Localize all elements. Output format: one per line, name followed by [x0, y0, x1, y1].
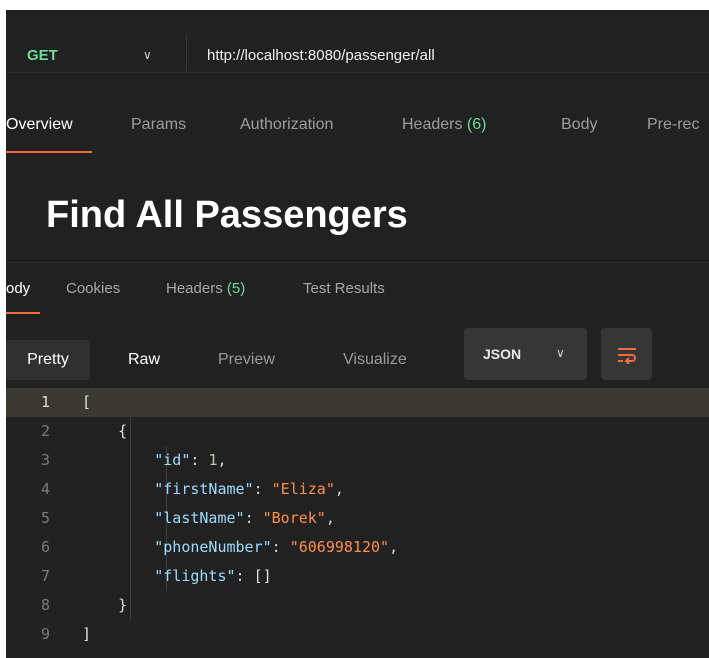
tab-response-headers[interactable]: Headers (5) [166, 280, 245, 297]
code-token: "lastName" [154, 509, 245, 527]
line-number: 7 [40, 567, 50, 585]
code-text: { [82, 417, 127, 446]
divider [6, 262, 709, 263]
view-raw-button[interactable]: Raw [128, 340, 160, 380]
code-token: : [253, 480, 272, 498]
code-line: 5 "lastName": "Borek", [6, 504, 709, 533]
code-token: [] [253, 567, 272, 585]
code-line: 9] [6, 620, 709, 649]
code-text: "lastName": "Borek", [82, 504, 335, 533]
code-token: , [325, 509, 335, 527]
line-number: 8 [40, 596, 50, 614]
tab-params[interactable]: Params [131, 116, 186, 134]
method-select[interactable]: GET [27, 47, 58, 64]
code-token: "id" [154, 451, 191, 469]
code-token: } [82, 596, 128, 614]
tab-response-body[interactable]: ody [6, 280, 30, 297]
code-line: 4 "firstName": "Eliza", [6, 475, 709, 504]
wrap-lines-button[interactable] [601, 328, 652, 380]
tab-test-results[interactable]: Test Results [303, 280, 385, 297]
code-line: 6 "phoneNumber": "606998120", [6, 533, 709, 562]
code-text: "flights": [] [82, 562, 272, 591]
wrap-lines-icon [617, 348, 636, 365]
tab-headers[interactable]: Headers (6) [402, 116, 486, 134]
postman-window: GET ∨ http://localhost:8080/passenger/al… [6, 10, 709, 658]
format-select-label: JSON [483, 346, 522, 362]
request-tabs: Overview Params Authorization Headers (6… [6, 116, 709, 156]
line-number: 6 [40, 538, 50, 556]
tab-authorization[interactable]: Authorization [240, 116, 333, 134]
code-token: : [235, 567, 254, 585]
code-line: 8 } [6, 591, 709, 620]
code-text: "phoneNumber": "606998120", [82, 533, 398, 562]
code-text: } [82, 591, 127, 620]
url-divider [186, 35, 187, 71]
code-token: "Eliza" [271, 480, 335, 498]
chevron-down-icon[interactable]: ∨ [143, 48, 152, 62]
code-token: [ [82, 393, 92, 411]
url-input[interactable]: http://localhost:8080/passenger/all [207, 47, 435, 64]
line-number: 9 [40, 625, 50, 643]
view-visualize-button[interactable]: Visualize [343, 340, 407, 380]
code-text: "firstName": "Eliza", [82, 475, 344, 504]
code-token: , [334, 480, 344, 498]
code-text: [ [82, 388, 91, 417]
tab-overview[interactable]: Overview [6, 116, 73, 134]
tab-cookies[interactable]: Cookies [66, 280, 120, 297]
line-number: 3 [40, 451, 50, 469]
code-token: : [244, 509, 263, 527]
format-select[interactable]: JSON ∨ [464, 328, 587, 380]
code-text: "id": 1, [82, 446, 227, 475]
tab-pre-request[interactable]: Pre-rec [647, 116, 699, 134]
view-preview-button[interactable]: Preview [218, 340, 275, 380]
code-token: "606998120" [289, 538, 390, 556]
response-headers-count-badge: (5) [226, 280, 246, 297]
code-token: "phoneNumber" [154, 538, 272, 556]
tab-body[interactable]: Body [561, 116, 597, 134]
line-number: 2 [40, 422, 50, 440]
line-number: 1 [40, 393, 50, 411]
code-token: : [190, 451, 209, 469]
active-response-tab-indicator [6, 312, 40, 314]
code-line: 7 "flights": [] [6, 562, 709, 591]
code-token: { [82, 422, 128, 440]
line-number: 4 [40, 480, 50, 498]
code-token: "flights" [154, 567, 236, 585]
code-token: , [217, 451, 227, 469]
code-text: ] [82, 620, 91, 649]
headers-count-badge: (6) [466, 116, 487, 133]
code-token: : [271, 538, 290, 556]
code-line: 1[ [6, 388, 709, 417]
page-title: Find All Passengers [46, 194, 408, 236]
code-token: ] [82, 625, 92, 643]
code-token: "Borek" [262, 509, 326, 527]
code-line: 2 { [6, 417, 709, 446]
code-token: "firstName" [154, 480, 254, 498]
code-token: , [389, 538, 399, 556]
response-body-editor[interactable]: 1[2 {3 "id": 1, 4 "firstName": "Eliza", 5 … [6, 388, 709, 658]
request-url-bar: GET ∨ http://localhost:8080/passenger/al… [6, 10, 709, 73]
view-pretty-button[interactable]: Pretty [6, 340, 90, 380]
code-line: 3 "id": 1, [6, 446, 709, 475]
chevron-down-icon: ∨ [556, 346, 565, 360]
line-number: 5 [40, 509, 50, 527]
active-tab-indicator [6, 151, 92, 153]
